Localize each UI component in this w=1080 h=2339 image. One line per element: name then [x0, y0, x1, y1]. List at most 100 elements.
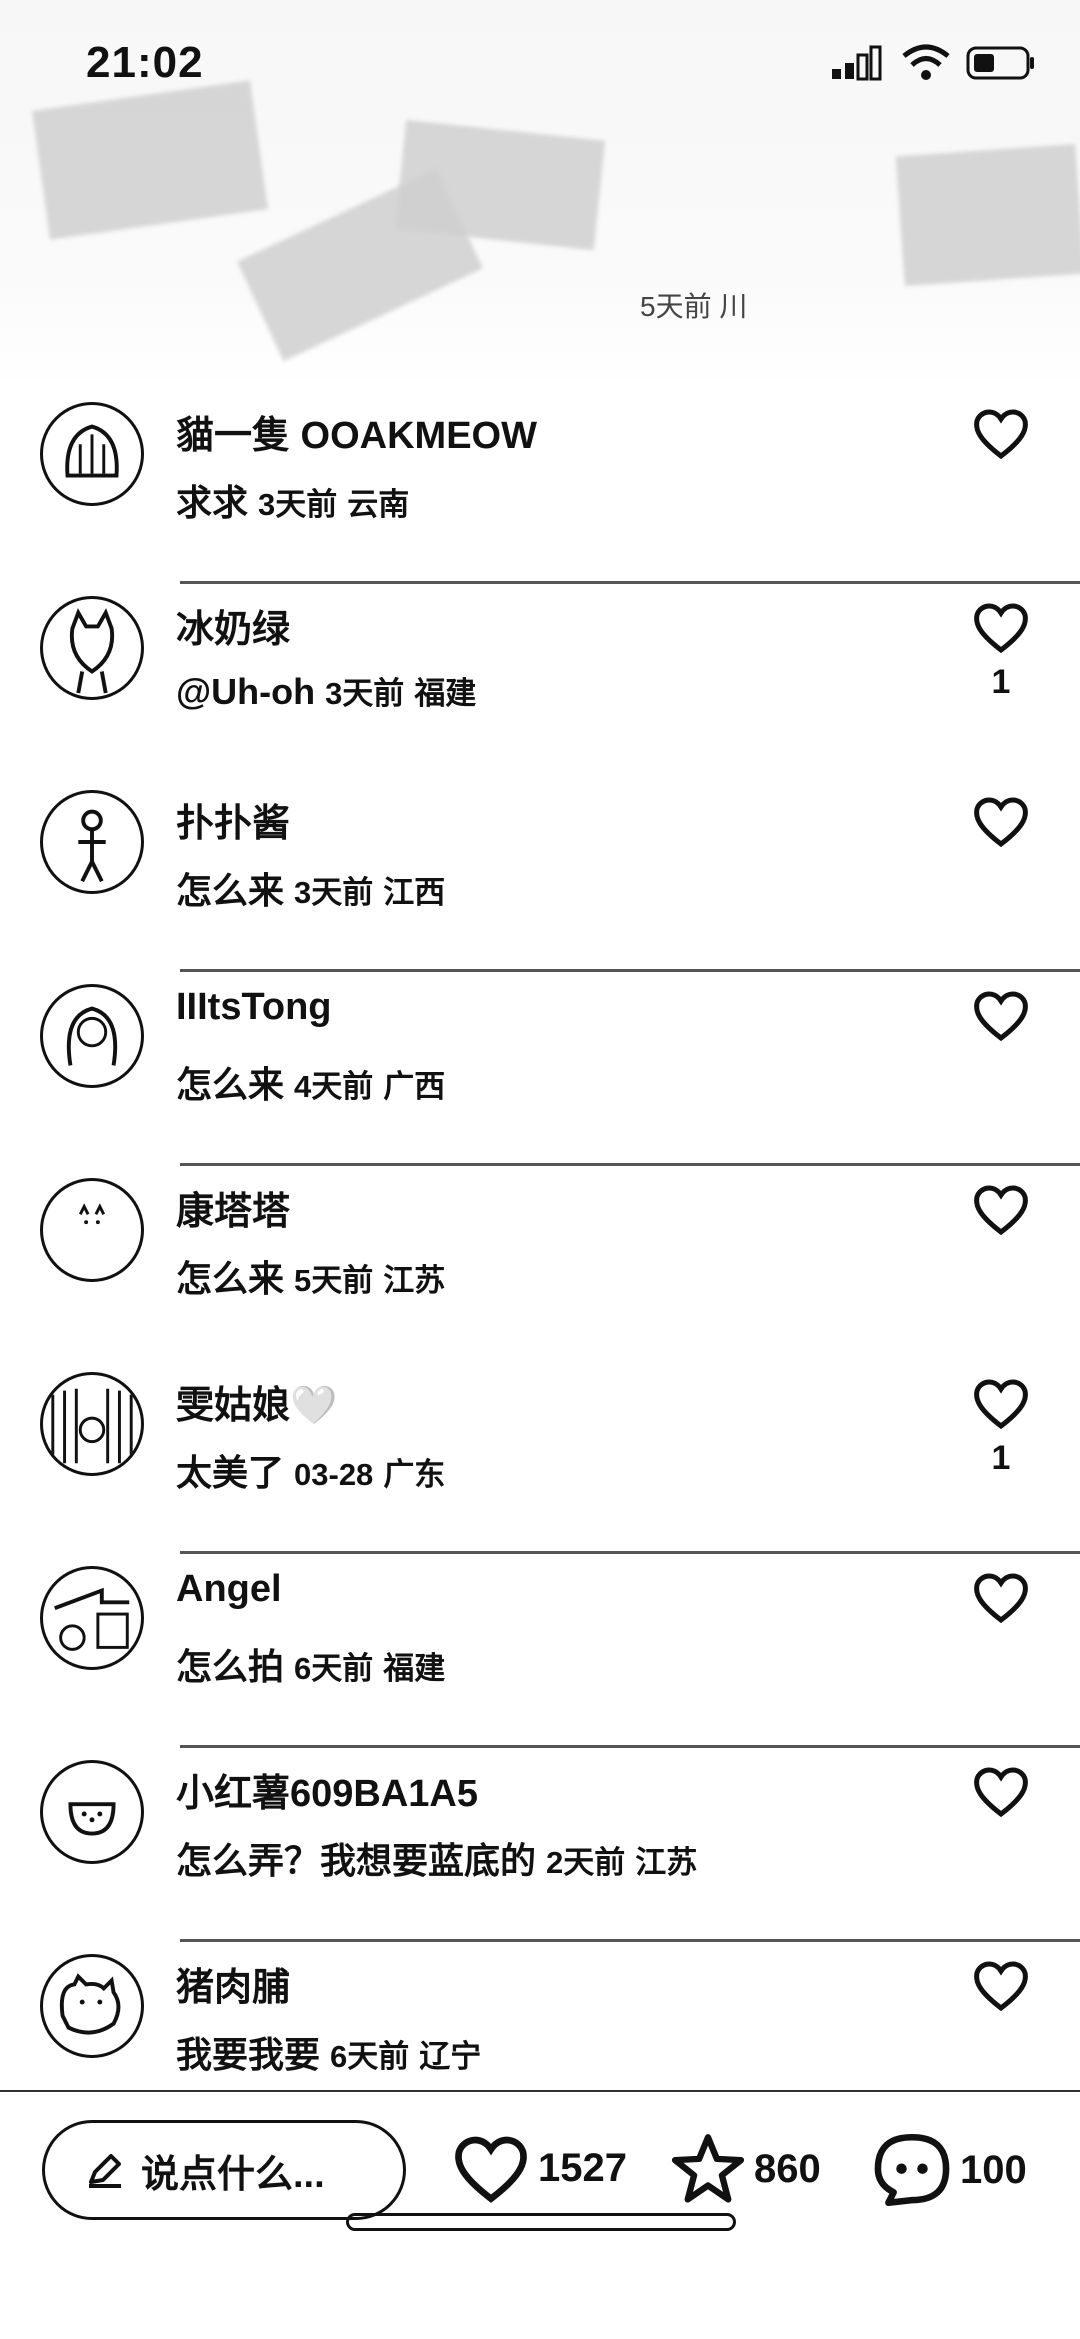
comment-body: 怎么来 4天前 广西: [176, 1056, 445, 1108]
like-button[interactable]: [966, 1958, 1036, 2021]
avatar[interactable]: [40, 1372, 144, 1476]
heart-icon: [974, 991, 1028, 1042]
comment-time: 6天前: [294, 1651, 374, 1686]
comment-body: 怎么来 5天前 江苏: [176, 1250, 445, 1302]
comment-location: 江苏: [635, 1845, 698, 1880]
heart-icon: [974, 1379, 1028, 1430]
like-button[interactable]: [966, 988, 1036, 1051]
heart-icon: [974, 797, 1028, 848]
comment-item[interactable]: 小红薯609BA1A5 怎么弄？我想要蓝底的 2天前 江苏: [0, 1748, 1080, 1942]
like-button[interactable]: 1: [966, 600, 1036, 702]
like-button[interactable]: [966, 1570, 1036, 1633]
comment-text: 怎么拍: [176, 1646, 285, 1687]
avatar[interactable]: [40, 402, 144, 506]
heart-icon: [974, 603, 1028, 654]
comment-location: 广东: [383, 1457, 446, 1492]
comment-time: 3天前: [258, 487, 338, 522]
comment-location: 福建: [414, 676, 477, 711]
comment-item[interactable]: 康塔塔 怎么来 5天前 江苏: [0, 1166, 1080, 1360]
comment-body: 怎么拍 6天前 福建: [176, 1638, 445, 1690]
battery-icon: [966, 46, 1034, 80]
comment-text: 怎么来: [176, 1258, 285, 1299]
comment-text: 怎么来: [176, 870, 285, 911]
comment-author[interactable]: 小红薯609BA1A5: [176, 1762, 478, 1817]
heart-icon: [974, 1961, 1028, 2012]
home-indicator[interactable]: [346, 2213, 736, 2231]
comment-author[interactable]: 康塔塔: [176, 1180, 290, 1235]
heart-icon: [974, 1767, 1028, 1818]
like-button[interactable]: 1: [966, 1376, 1036, 1478]
wifi-icon: [902, 44, 950, 80]
avatar[interactable]: [40, 790, 144, 894]
avatar[interactable]: [40, 984, 144, 1088]
comment-time: 5天前: [294, 1263, 374, 1298]
collect-action[interactable]: 860: [670, 2132, 821, 2206]
heart-icon: [455, 2136, 527, 2203]
comment-body: 求求 3天前 云南: [176, 474, 409, 526]
comment-item[interactable]: IIItsTong 怎么来 4天前 广西: [0, 972, 1080, 1166]
pencil-icon: [89, 2154, 121, 2188]
heart-icon: [974, 1185, 1028, 1236]
comment-body: @Uh-oh 3天前 福建: [176, 668, 476, 713]
comment-item[interactable]: 貓一隻 OOAKMEOW 求求 3天前 云南: [0, 390, 1080, 584]
status-time: 21:02: [86, 38, 204, 87]
comment-author[interactable]: IIItsTong: [176, 986, 332, 1029]
like-count: 1: [991, 1439, 1011, 1477]
comment-time: 2天前: [546, 1845, 626, 1880]
comment-body: 怎么来 3天前 江西: [176, 862, 445, 914]
comment-location: 广西: [383, 1069, 446, 1104]
comment-bubble-icon: [874, 2133, 950, 2207]
like-button[interactable]: [966, 794, 1036, 857]
like-count: 1: [991, 663, 1011, 701]
like-button[interactable]: [966, 1764, 1036, 1827]
like-button[interactable]: [966, 406, 1036, 469]
star-icon: [671, 2134, 745, 2203]
comment-location: 江苏: [383, 1263, 446, 1298]
comment-location: 辽宁: [419, 2039, 482, 2074]
comment-text: 怎么来: [176, 1064, 285, 1105]
comment-location: 云南: [347, 487, 410, 522]
comment-time: 03-28: [294, 1457, 374, 1492]
avatar[interactable]: [40, 1954, 144, 2058]
like-action[interactable]: 1527: [452, 2132, 627, 2204]
comment-text: 求求: [176, 482, 249, 523]
comment-text: 怎么弄？我想要蓝底的: [176, 1840, 537, 1881]
comment-location: 江西: [383, 875, 446, 910]
avatar[interactable]: [40, 1760, 144, 1864]
comment-item[interactable]: 冰奶绿 @Uh-oh 3天前 福建 1: [0, 584, 1080, 778]
comment-author[interactable]: Angel: [176, 1568, 282, 1611]
comment-time: 3天前: [325, 676, 405, 711]
comment-item[interactable]: 雯姑娘🤍 太美了 03-28 广东 1: [0, 1360, 1080, 1554]
comment-body: 太美了 03-28 广东: [176, 1444, 445, 1496]
comment-text: @Uh-oh: [176, 671, 316, 712]
avatar[interactable]: [40, 1566, 144, 1670]
comment-time: 3天前: [294, 875, 374, 910]
comment-time: 4天前: [294, 1069, 374, 1104]
avatar[interactable]: [40, 1178, 144, 1282]
comment-author[interactable]: 冰奶绿: [176, 598, 290, 653]
comment-item[interactable]: Angel 怎么拍 6天前 福建: [0, 1554, 1080, 1748]
comment-input[interactable]: 说点什么...: [42, 2120, 406, 2220]
comment-action[interactable]: 100: [872, 2132, 1027, 2208]
image-blur-region: [895, 143, 1080, 287]
like-count: 1527: [538, 2145, 627, 2190]
comment-author[interactable]: 扑扑酱: [176, 792, 290, 847]
avatar[interactable]: [40, 596, 144, 700]
status-icons: [830, 44, 1036, 82]
heart-icon: [974, 1573, 1028, 1624]
comment-list[interactable]: 貓一隻 OOAKMEOW 求求 3天前 云南 冰奶绿 @Uh-oh 3天前 福建 1 扑…: [0, 390, 1080, 2136]
status-bar: 21:02: [0, 0, 1080, 120]
like-button[interactable]: [966, 1182, 1036, 1245]
comment-text: 我要我要: [176, 2034, 321, 2075]
collect-count: 860: [754, 2146, 821, 2191]
comment-text: 太美了: [176, 1452, 285, 1493]
comment-author[interactable]: 猪肉脯: [176, 1956, 290, 2011]
comment-location: 福建: [383, 1651, 446, 1686]
heart-icon: [974, 409, 1028, 460]
comment-count: 100: [960, 2147, 1027, 2192]
comment-body: 怎么弄？我想要蓝底的 2天前 江苏: [176, 1832, 697, 1884]
comment-author[interactable]: 貓一隻 OOAKMEOW: [176, 404, 537, 459]
comment-author[interactable]: 雯姑娘🤍: [176, 1374, 337, 1429]
comment-time: 6天前: [330, 2039, 410, 2074]
comment-item[interactable]: 扑扑酱 怎么来 3天前 江西: [0, 778, 1080, 972]
